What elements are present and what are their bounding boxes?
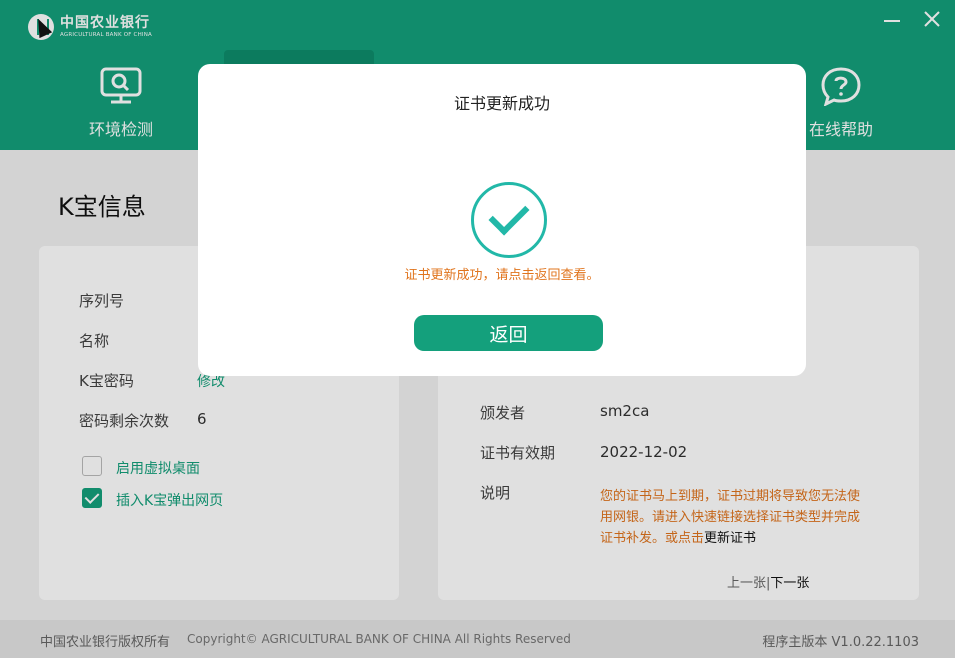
- dialog-title: 证书更新成功: [453, 94, 550, 113]
- success-check-icon: [471, 182, 547, 258]
- success-dialog: 证书更新成功 证书更新成功，请点击返回查看。 返回: [198, 64, 806, 376]
- return-button[interactable]: 返回: [414, 315, 603, 351]
- dialog-message: 证书更新成功，请点击返回查看。: [404, 268, 600, 283]
